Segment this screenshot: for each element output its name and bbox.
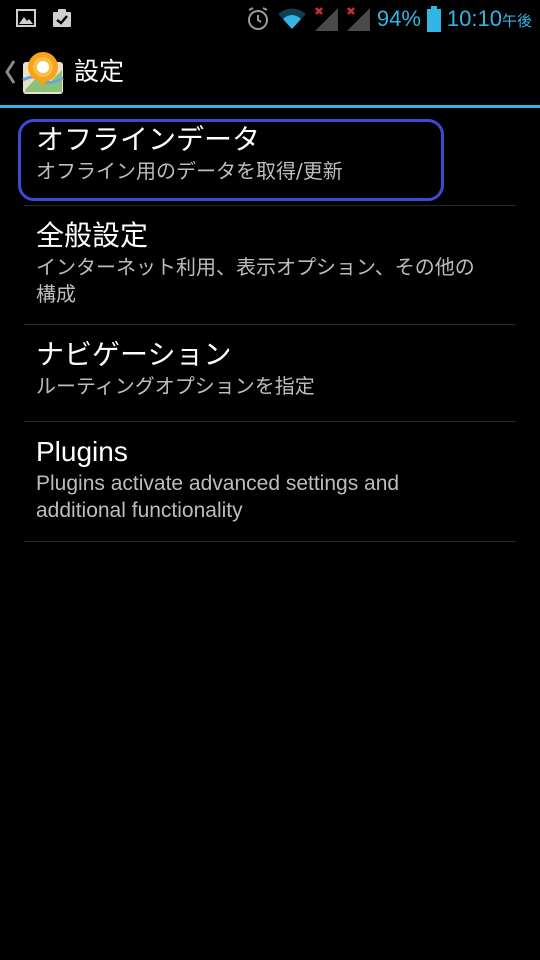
clock: 10:10午後 (447, 6, 532, 32)
wifi-icon (277, 8, 306, 29)
gallery-icon (16, 9, 36, 27)
clock-ampm: 午後 (501, 13, 532, 30)
map-pin-app-icon[interactable] (20, 50, 66, 96)
settings-item-offline-data[interactable]: オフラインデータ オフライン用のデータを取得/更新 (24, 108, 516, 206)
settings-item-title: 全般設定 (36, 219, 149, 252)
clock-time: 10:10 (446, 6, 502, 31)
settings-item-summary: インターネット利用、表示オプション、その他の構成 (36, 255, 475, 306)
signal-no-service-icon (314, 7, 338, 31)
settings-item-title: ナビゲーション (36, 338, 232, 371)
settings-item-summary: オフライン用のデータを取得/更新 (36, 159, 343, 183)
settings-item-navigation[interactable]: ナビゲーション ルーティングオプションを指定 (24, 325, 516, 422)
settings-item-summary: ルーティングオプションを指定 (36, 374, 315, 398)
status-indicators: 94% 10:10午後 (245, 0, 532, 38)
page-title: 設定 (74, 57, 125, 86)
battery-percent: 94% (376, 6, 421, 31)
alarm-icon (247, 7, 268, 30)
settings-item-summary: Plugins activate advanced settings and a… (36, 472, 400, 522)
settings-item-title: Plugins (36, 436, 128, 467)
signal-no-service-icon (346, 7, 370, 31)
settings-item-title: オフラインデータ (36, 123, 261, 156)
action-bar: 設定 (0, 38, 540, 106)
settings-list: オフラインデータ オフライン用のデータを取得/更新 全般設定 インターネット利用… (24, 108, 516, 542)
chevron-left-icon[interactable] (4, 58, 16, 86)
clipboard-check-icon (53, 9, 71, 27)
battery-icon (426, 6, 441, 32)
settings-item-plugins[interactable]: Plugins Plugins activate advanced settin… (24, 422, 516, 542)
status-bar: 94% 10:10午後 (0, 0, 540, 38)
settings-item-general[interactable]: 全般設定 インターネット利用、表示オプション、その他の構成 (24, 206, 516, 325)
